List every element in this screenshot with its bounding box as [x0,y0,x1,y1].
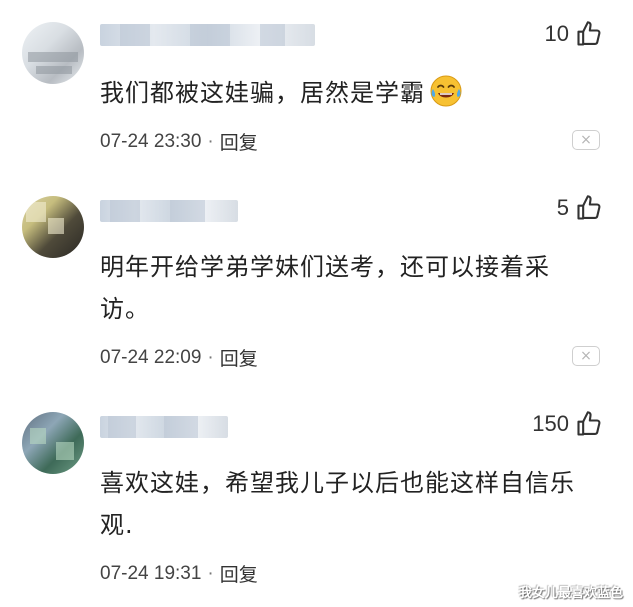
close-icon: × [580,132,592,148]
comment-meta: 07-24 19:31 · 回复 [100,560,258,587]
like-count: 10 [544,21,569,46]
like-control[interactable]: 5 [557,192,603,224]
comment-body: 明年开给学弟学妹们送考，还可以接着采访。 [100,253,550,323]
close-button[interactable]: × [572,346,600,366]
watermark: 我女儿最喜欢蓝色 [518,586,623,601]
like-count: 5 [556,195,569,220]
avatar[interactable] [22,196,84,258]
reply-button[interactable]: 回复 [220,128,258,155]
comment-body: 喜欢这娃，希望我儿子以后也能这样自信乐观. [100,469,575,539]
thumbs-up-icon[interactable] [575,410,603,438]
comment-text: 我们都被这娃骗，居然是学霸 [100,72,590,114]
thumbs-up-icon[interactable] [575,194,603,222]
username-blurred[interactable] [100,200,238,222]
meta-separator: · [207,130,214,152]
close-button[interactable]: × [572,130,600,150]
like-control[interactable]: 10 [545,18,603,50]
like-count: 150 [532,411,569,436]
comment-date: 07-24 23:30 [100,130,202,152]
comment-meta: 07-24 23:30 · 回复 [100,128,258,155]
comment-text: 喜欢这娃，希望我儿子以后也能这样自信乐观. [100,462,590,546]
crying-laughing-emoji-icon [430,75,462,107]
reply-button[interactable]: 回复 [220,560,258,587]
username-blurred[interactable] [100,416,228,438]
comment-date: 07-24 22:09 [100,346,202,368]
comment-meta: 07-24 22:09 · 回复 [100,344,258,371]
close-icon: × [580,348,592,364]
avatar[interactable] [22,412,84,474]
avatar[interactable] [22,22,84,84]
reply-button[interactable]: 回复 [220,344,258,371]
comment-body: 我们都被这娃骗，居然是学霸 [100,79,425,107]
comment-text: 明年开给学弟学妹们送考，还可以接着采访。 [100,246,590,330]
like-control[interactable]: 150 [532,408,603,440]
comment-date: 07-24 19:31 [100,562,202,584]
meta-separator: · [207,346,214,368]
meta-separator: · [207,562,214,584]
username-blurred[interactable] [100,24,315,46]
thumbs-up-icon[interactable] [575,20,603,48]
